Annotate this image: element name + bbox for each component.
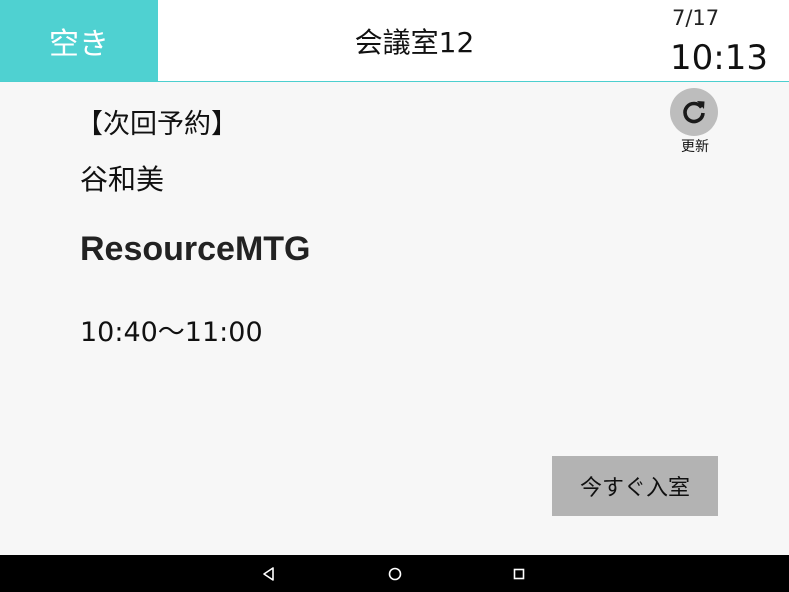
- home-button[interactable]: [375, 555, 415, 592]
- refresh-button[interactable]: 更新: [665, 88, 725, 155]
- refresh-icon: [683, 101, 705, 124]
- system-navigation-bar: [0, 555, 789, 592]
- availability-status-badge: 空き: [0, 0, 158, 81]
- recents-button[interactable]: [499, 555, 539, 592]
- next-reservation-heading: 【次回予約】: [76, 109, 238, 140]
- current-date: 7/17: [672, 6, 720, 30]
- back-button[interactable]: [249, 555, 289, 592]
- current-time: 10:13: [670, 38, 768, 78]
- room-display-app: 空き 会議室12 7/17 10:13 【次回予約】 谷和美 ResourceM…: [0, 0, 789, 592]
- enter-now-button[interactable]: 今すぐ入室: [552, 456, 718, 516]
- reservation-time-range: 10:40～11:00: [80, 317, 263, 348]
- reservation-organizer: 谷和美: [80, 163, 165, 196]
- back-icon: [263, 566, 274, 581]
- reservation-title: ResourceMTG: [80, 230, 311, 268]
- main-content: 【次回予約】 谷和美 ResourceMTG 10:40～11:00 更新 今す…: [0, 82, 789, 555]
- recents-icon: [513, 568, 525, 579]
- header-bar: 空き 会議室12 7/17 10:13: [0, 0, 789, 82]
- home-icon: [388, 567, 402, 580]
- room-name-title: 会議室12: [354, 25, 475, 59]
- refresh-icon-circle: [670, 88, 718, 136]
- refresh-label: 更新: [681, 139, 709, 155]
